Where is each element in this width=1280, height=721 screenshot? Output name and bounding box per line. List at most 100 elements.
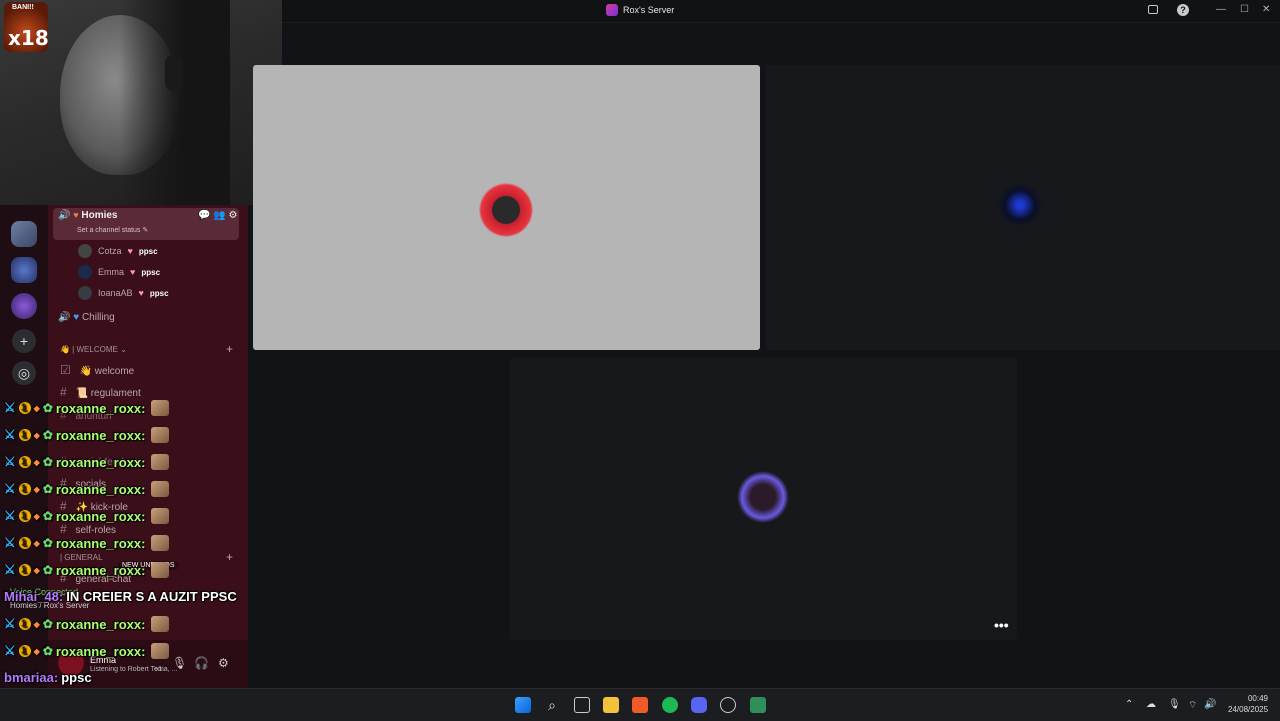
channel-general-chat[interactable]: # general-chat xyxy=(60,571,131,585)
file-explorer-icon[interactable] xyxy=(603,697,619,713)
call-tile-top-right[interactable] xyxy=(766,65,1280,350)
hash-icon: # xyxy=(60,499,67,513)
voice-channel-homies-row[interactable]: 🔊 ♥ Homies xyxy=(58,210,117,221)
hash-icon: # xyxy=(60,571,67,585)
search-icon[interactable]: ⌕ xyxy=(544,697,560,713)
voice-channel-chilling[interactable]: 🔊 ♥ Chilling xyxy=(58,312,115,323)
channel-label: general-chat xyxy=(75,574,132,585)
server-list: + ◎ xyxy=(0,205,48,688)
voice-member-name: IoanaAB xyxy=(98,288,133,298)
voice-connected-location[interactable]: Homies / Rox's Server xyxy=(10,601,89,610)
wifi-icon[interactable]: ⌔ xyxy=(1188,699,1197,712)
user-status-extra: +1 xyxy=(154,666,162,673)
channel-label: welcome xyxy=(94,366,135,377)
call-tile-bottom[interactable] xyxy=(510,357,1017,640)
age-badge: BANI!! x18 xyxy=(4,2,49,52)
voice-member[interactable]: Cotza ♥ ppsc xyxy=(78,244,158,258)
channel-welcome[interactable]: ☑ 👋 welcome xyxy=(60,363,134,377)
heart-icon: ♥ xyxy=(130,267,136,277)
discord-icon[interactable] xyxy=(691,697,707,713)
webcam-overlay: BANI!! x18 xyxy=(0,0,282,205)
voice-channel-actions[interactable]: 💬 👥 ⚙ xyxy=(198,210,237,221)
voice-channel-name: Chilling xyxy=(81,312,115,323)
start-icon[interactable] xyxy=(515,697,531,713)
app-icon[interactable] xyxy=(750,697,766,713)
channel-self-roles[interactable]: # self-roles xyxy=(60,522,116,536)
channel-label: kick-role xyxy=(90,502,128,513)
channel-label: regulament xyxy=(90,388,141,399)
chat-icon[interactable]: 💬 xyxy=(198,210,210,221)
add-channel-icon[interactable]: + xyxy=(226,342,233,356)
system-clock[interactable]: 00:49 24/08/2025 xyxy=(1228,693,1268,715)
channel-sidebar: 🔊 ♥ Homies 💬 👥 ⚙ Set a channel status ✎ … xyxy=(10,205,248,688)
avatar xyxy=(78,286,92,300)
voice-member-name: Cotza xyxy=(98,246,122,256)
invite-icon[interactable]: 👥 xyxy=(213,210,225,221)
window-title-text: Rox's Server xyxy=(623,5,675,15)
add-server-icon[interactable]: + xyxy=(12,329,36,353)
category-general[interactable]: | GENERAL xyxy=(60,553,103,562)
participant-avatar xyxy=(475,177,537,237)
channel-anunturi[interactable]: # anunturi xyxy=(60,408,112,422)
wave-icon: 👋 xyxy=(79,366,92,377)
clock-date: 24/08/2025 xyxy=(1228,705,1269,714)
heart-icon: ♥ xyxy=(127,246,133,256)
spotify-icon[interactable] xyxy=(662,697,678,713)
category-label: | GENERAL xyxy=(60,553,103,562)
voice-member[interactable]: Emma ♥ ppsc xyxy=(78,265,160,279)
discover-icon[interactable]: ◎ xyxy=(12,361,36,385)
taskbar: ⌕ ⌃ ☁ 🎙 ⌔ 🔊 00:49 24/08/2025 xyxy=(0,688,1280,721)
add-channel-icon[interactable]: + xyxy=(226,550,233,564)
maximize-button[interactable]: ☐ xyxy=(1240,4,1249,15)
hash-icon: # xyxy=(60,385,67,399)
channel-label: social-feed xyxy=(75,457,124,468)
minimize-button[interactable]: — xyxy=(1216,4,1226,15)
settings-icon[interactable]: ⚙ xyxy=(228,210,237,221)
speaker-icon: 🔊 xyxy=(58,210,71,221)
rules-icon: ☑ xyxy=(60,363,71,377)
category-welcome[interactable]: 👋 | WELCOME ⌄ xyxy=(60,345,127,354)
sparkle-icon: ✨ xyxy=(75,502,88,513)
participant-avatar xyxy=(732,469,794,525)
member-tag: ppsc xyxy=(138,246,158,256)
chevron-down-icon: ⌄ xyxy=(120,345,127,354)
settings-icon[interactable]: ⚙ xyxy=(218,656,229,670)
channel-socials[interactable]: # socials xyxy=(60,476,106,490)
chevron-up-icon[interactable]: ⌃ xyxy=(1125,699,1133,710)
user-panel: Emma Listening to Robert Toma, ... +1 🎙 … xyxy=(48,640,248,688)
cloud-icon[interactable]: ☁ xyxy=(1146,699,1156,710)
more-options-button[interactable]: ••• xyxy=(994,617,1009,633)
channel-label: anunturi xyxy=(75,411,112,422)
microphone-icon[interactable]: 🎙 xyxy=(1168,699,1181,710)
heart-icon: ♥ xyxy=(138,288,144,298)
heart-icon: ♥ xyxy=(73,312,80,323)
microphone-icon[interactable]: 🎙 xyxy=(172,656,187,670)
headset-icon xyxy=(165,55,183,91)
headphones-icon[interactable]: 🎧 xyxy=(194,656,209,670)
new-unreads-badge[interactable]: NEW UNREADS xyxy=(118,561,179,570)
avatar[interactable] xyxy=(58,650,84,676)
task-view-icon[interactable] xyxy=(574,697,590,713)
voice-member[interactable]: IoanaAB ♥ ppsc xyxy=(78,286,169,300)
channel-label: self-roles xyxy=(75,525,117,536)
brave-browser-icon[interactable] xyxy=(632,697,648,713)
channel-kick-role[interactable]: # ✨ kick-role xyxy=(60,499,128,513)
channel-regulament[interactable]: # 📜 regulament xyxy=(60,385,141,399)
avatar xyxy=(78,244,92,258)
server-icon-3[interactable] xyxy=(11,293,37,319)
obs-icon[interactable] xyxy=(720,697,736,713)
close-button[interactable]: ✕ xyxy=(1262,4,1270,15)
inbox-icon[interactable] xyxy=(1148,5,1158,14)
call-tile-top-left[interactable] xyxy=(253,65,760,350)
volume-icon[interactable]: 🔊 xyxy=(1204,699,1216,710)
server-icon xyxy=(606,4,618,16)
help-icon[interactable]: ? xyxy=(1177,4,1189,16)
channel-label: socials xyxy=(75,479,107,490)
member-tag: ppsc xyxy=(141,267,161,277)
channel-social-feed[interactable]: # social-feed xyxy=(60,454,124,468)
channel-status[interactable]: Set a channel status ✎ xyxy=(77,226,148,234)
server-icon-2[interactable] xyxy=(11,257,37,283)
webcam-hair xyxy=(120,0,230,205)
scroll-icon: 📜 xyxy=(75,388,88,399)
server-icon-1[interactable] xyxy=(11,221,37,247)
